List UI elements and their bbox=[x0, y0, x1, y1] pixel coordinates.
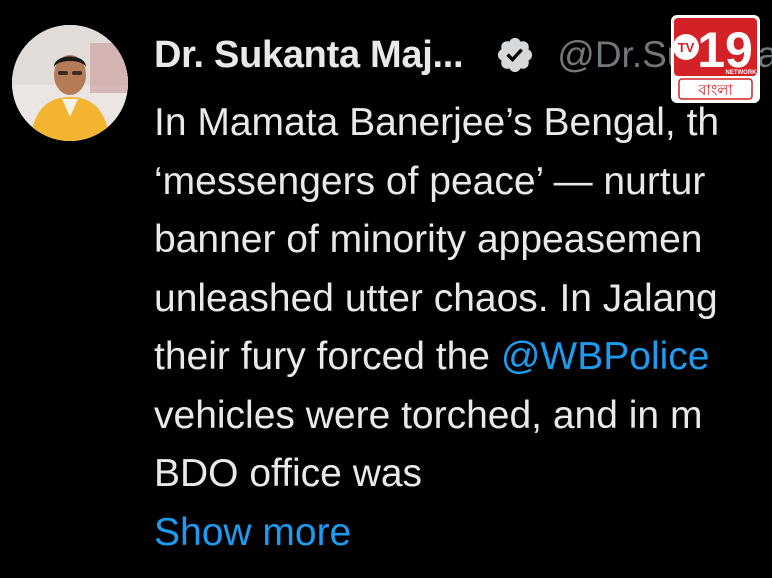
mention-link[interactable]: @WBPolice bbox=[501, 335, 710, 378]
tweet-line: their fury forced the bbox=[154, 335, 501, 378]
author-name[interactable]: Dr. Sukanta Maj... bbox=[154, 34, 464, 77]
tweet-line: unleashed utter chaos. In Jalang bbox=[154, 276, 718, 320]
tweet-text: In Mamata Banerjee’s Bengal, th ‘messeng… bbox=[154, 94, 772, 574]
logo-network-text: NETWORK bbox=[726, 70, 758, 76]
logo-tv-text: TV bbox=[678, 40, 695, 55]
tweet-line-with-mention: their fury forced the @WBPolice bbox=[154, 328, 772, 387]
verified-badge-icon[interactable] bbox=[495, 35, 535, 75]
tv19-logo: TV 19 NETWORK বাংলা bbox=[671, 15, 760, 103]
show-more-link[interactable]: Show more bbox=[154, 504, 772, 563]
avatar-image bbox=[12, 25, 128, 141]
avatar[interactable] bbox=[12, 25, 128, 141]
tweet-line: BDO office was bbox=[154, 452, 423, 495]
tweet-line: vehicles were torched, and in m bbox=[154, 393, 703, 437]
logo-bangla-text: বাংলা bbox=[697, 81, 733, 99]
tweet-line: banner of minority appeasemen bbox=[154, 218, 703, 261]
tweet-line: ‘messengers of peace’ — nurtur bbox=[154, 159, 706, 203]
